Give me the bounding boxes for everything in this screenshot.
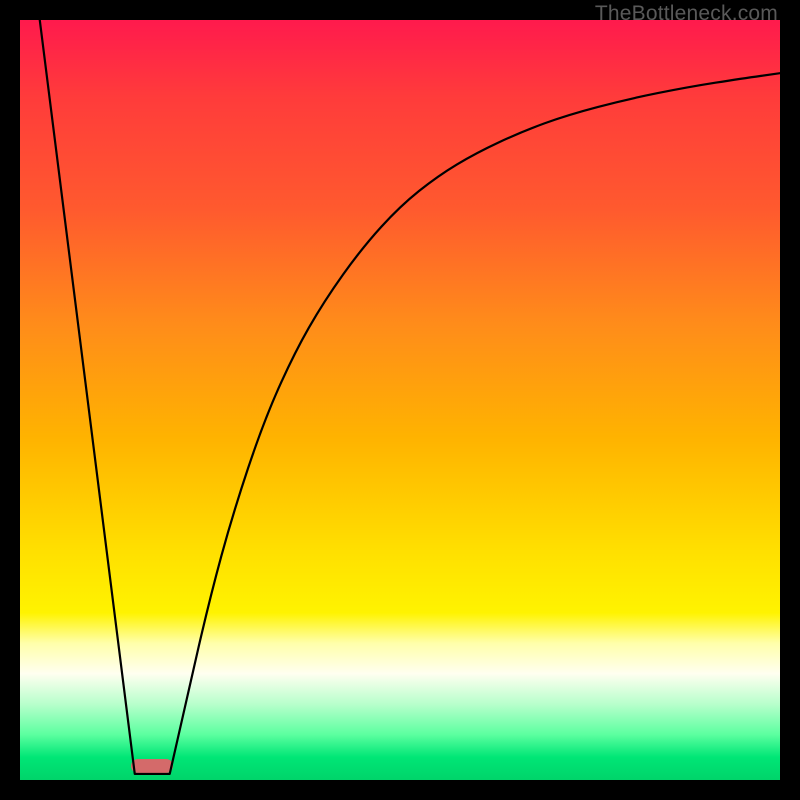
bottleneck-curve (20, 20, 780, 780)
chart-frame: TheBottleneck.com (0, 0, 800, 800)
curve-path (40, 20, 780, 774)
